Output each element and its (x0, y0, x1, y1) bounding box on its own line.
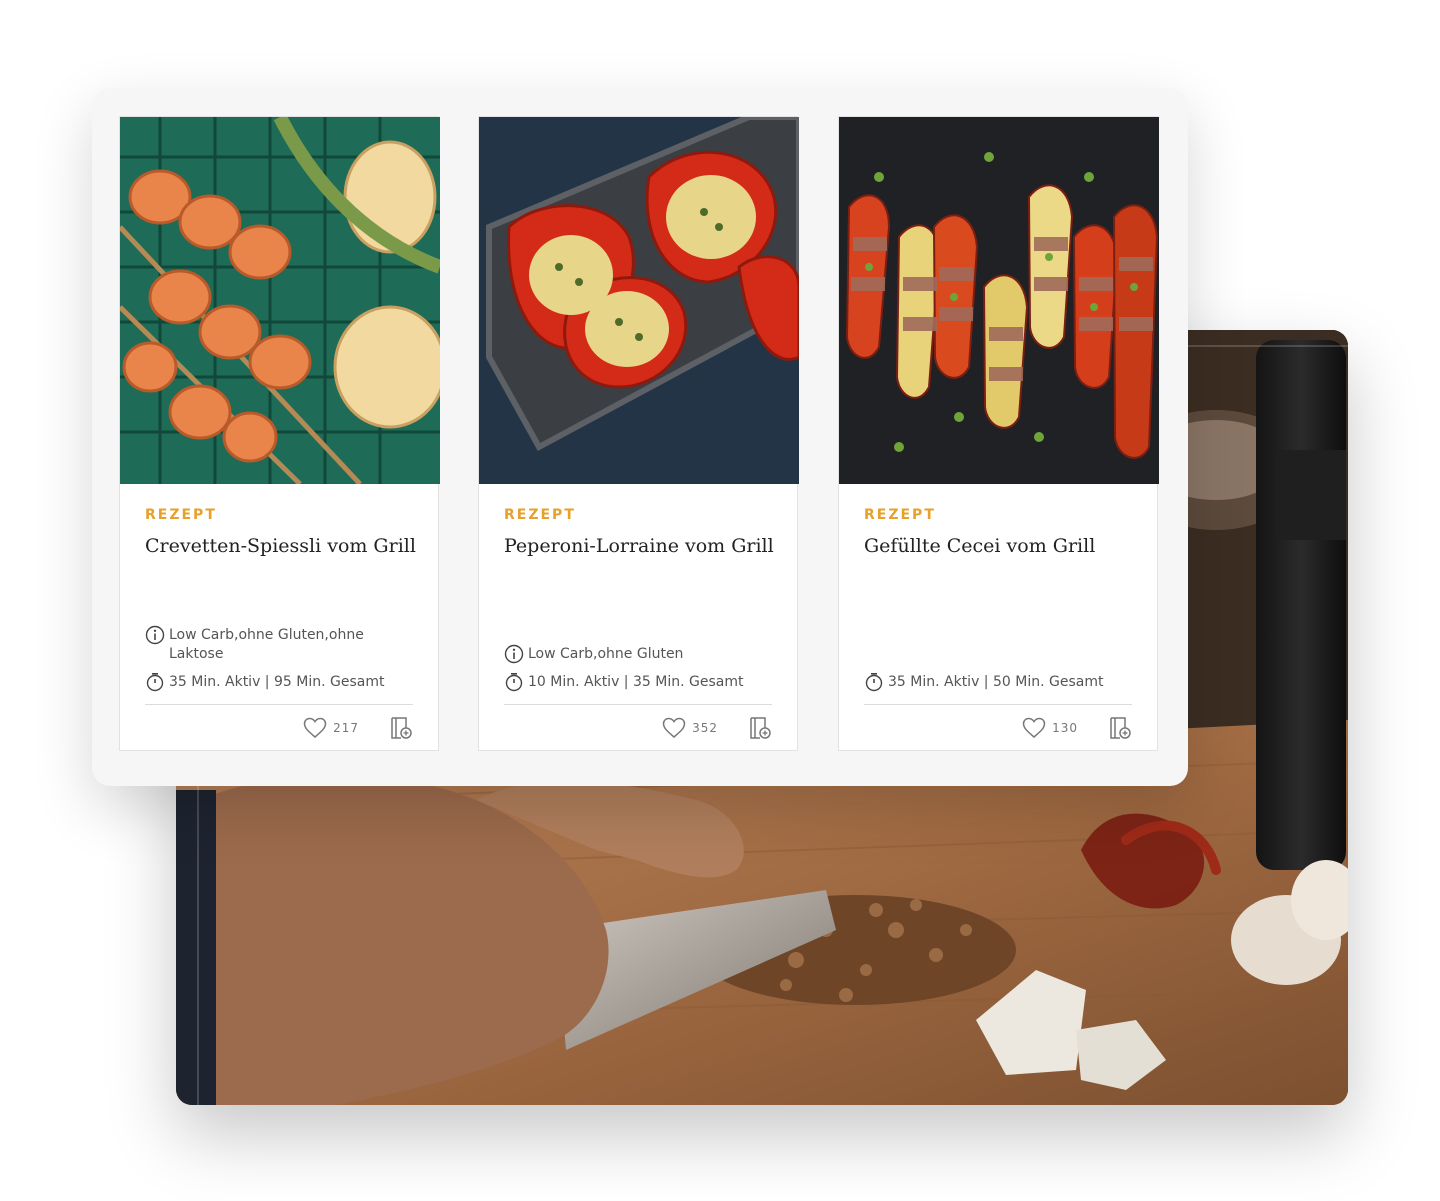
recipe-cards-panel: REZEPT Crevetten-Spiessli vom Grill Low … (92, 88, 1188, 786)
card-divider (864, 704, 1132, 705)
heart-icon[interactable] (662, 717, 686, 739)
heart-icon[interactable] (1022, 717, 1046, 739)
card-actions: 217 (303, 716, 413, 740)
heart-icon[interactable] (303, 717, 327, 739)
cooking-time: 35 Min. Aktiv | 95 Min. Gesamt (169, 674, 385, 690)
time-row: 10 Min. Aktiv | 35 Min. Gesamt (504, 672, 774, 692)
dietary-tags-row: Low Carb,ohne Gluten (504, 644, 774, 664)
cooking-time: 35 Min. Aktiv | 50 Min. Gesamt (888, 674, 1104, 690)
timer-icon (865, 672, 883, 692)
timer-icon (505, 672, 523, 692)
add-to-cookbook-icon[interactable] (748, 716, 772, 740)
like-button[interactable]: 217 (303, 717, 359, 739)
recipe-image-stuffed-peppers[interactable] (479, 117, 799, 484)
add-to-cookbook-icon[interactable] (1108, 716, 1132, 740)
like-button[interactable]: 130 (1022, 717, 1078, 739)
time-row: 35 Min. Aktiv | 95 Min. Gesamt (145, 672, 415, 692)
card-category-label: REZEPT (864, 507, 936, 523)
card-divider (504, 704, 772, 705)
dietary-tags: Low Carb,ohne Gluten,ohne Laktose (169, 627, 364, 662)
dietary-tags: Low Carb,ohne Gluten (528, 646, 684, 662)
timer-icon (146, 672, 164, 692)
time-row: 35 Min. Aktiv | 50 Min. Gesamt (864, 672, 1134, 692)
recipe-card-peperoni[interactable]: REZEPT Peperoni-Lorraine vom Grill Low C… (478, 116, 799, 751)
card-actions: 352 (662, 716, 772, 740)
card-meta: 35 Min. Aktiv | 50 Min. Gesamt (864, 664, 1134, 692)
recipe-card-crevetten[interactable]: REZEPT Crevetten-Spiessli vom Grill Low … (119, 116, 440, 751)
card-title[interactable]: Peperoni-Lorraine vom Grill (504, 533, 784, 559)
card-meta: Low Carb,ohne Gluten,ohne Laktose 35 Min… (145, 617, 415, 692)
like-count: 352 (692, 721, 718, 735)
info-icon (145, 625, 165, 645)
card-title[interactable]: Gefüllte Cecei vom Grill (864, 533, 1144, 559)
cooking-time: 10 Min. Aktiv | 35 Min. Gesamt (528, 674, 744, 690)
card-title[interactable]: Crevetten-Spiessli vom Grill (145, 533, 425, 559)
card-divider (145, 704, 413, 705)
recipe-image-shrimp-skewers[interactable] (120, 117, 440, 484)
like-button[interactable]: 352 (662, 717, 718, 739)
like-count: 130 (1052, 721, 1078, 735)
add-to-cookbook-icon[interactable] (389, 716, 413, 740)
recipe-image-filled-peppers[interactable] (839, 117, 1159, 484)
recipe-card-cecei[interactable]: REZEPT Gefüllte Cecei vom Grill 35 Min. … (838, 116, 1159, 751)
like-count: 217 (333, 721, 359, 735)
card-meta: Low Carb,ohne Gluten 10 Min. Aktiv | 35 … (504, 636, 774, 692)
info-icon (504, 644, 524, 664)
dietary-tags-row: Low Carb,ohne Gluten,ohne Laktose (145, 625, 415, 664)
card-actions: 130 (1022, 716, 1132, 740)
card-category-label: REZEPT (504, 507, 576, 523)
card-category-label: REZEPT (145, 507, 217, 523)
